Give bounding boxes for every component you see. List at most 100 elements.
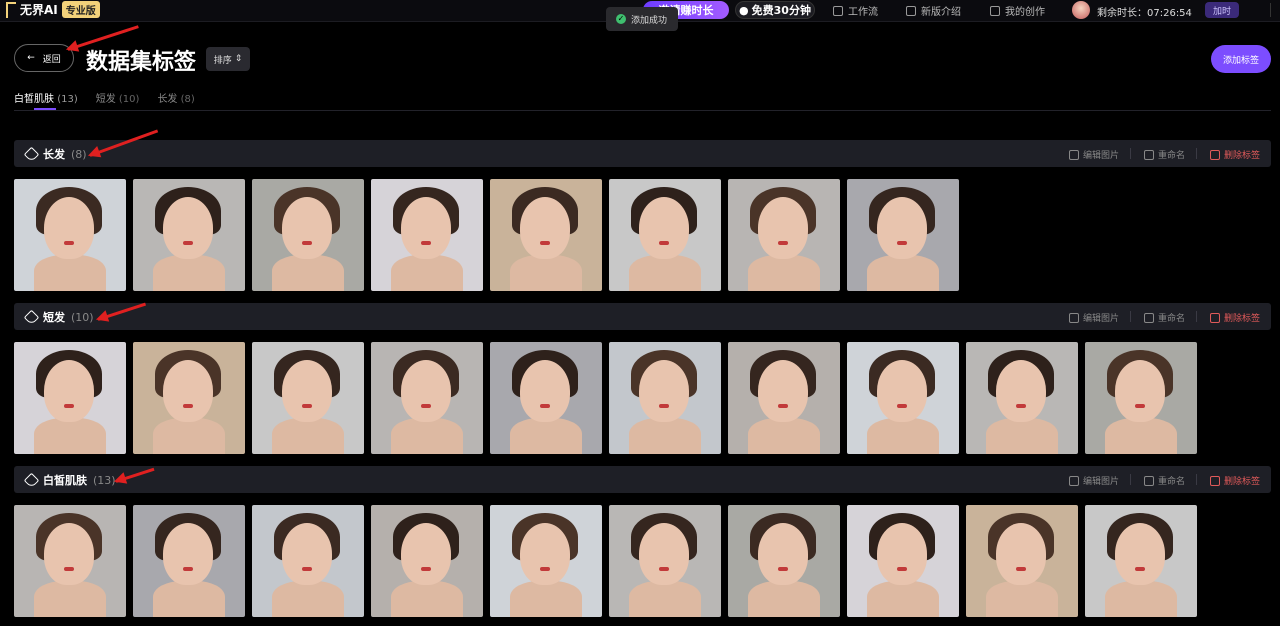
dataset-image-thumbnail[interactable] — [490, 505, 602, 617]
edit-label: 编辑图片 — [1083, 314, 1120, 324]
divider — [1196, 311, 1197, 322]
dataset-image-thumbnail[interactable] — [609, 179, 721, 291]
trash-icon — [1210, 475, 1220, 486]
edit-image-icon — [1069, 475, 1079, 486]
dataset-image-thumbnail[interactable] — [14, 342, 126, 454]
nav-new-intro[interactable]: 新版介绍 — [906, 3, 961, 18]
dataset-image-thumbnail[interactable] — [133, 505, 245, 617]
tab-label: 白皙肌肤 — [14, 94, 54, 105]
divider — [1196, 474, 1197, 485]
dataset-image-thumbnail[interactable] — [14, 179, 126, 291]
section-title: 白皙肌肤 (13) — [23, 472, 116, 488]
dataset-image-thumbnail[interactable] — [1085, 505, 1197, 617]
section-count: (10) — [71, 310, 94, 324]
rename-button[interactable]: 重命名 — [1144, 474, 1185, 487]
section-header-fair-skin: 白皙肌肤 (13) 编辑图片 重命名 删除标签 — [14, 466, 1271, 493]
tag-icon — [23, 146, 40, 162]
section-header-long-hair: 长发 (8) 编辑图片 重命名 删除标签 — [14, 140, 1271, 167]
delete-tag-button[interactable]: 删除标签 — [1210, 148, 1260, 161]
avatar[interactable] — [1072, 1, 1090, 19]
delete-tag-button[interactable]: 删除标签 — [1210, 474, 1260, 487]
dataset-image-thumbnail[interactable] — [133, 342, 245, 454]
logo-text: 无界AI — [20, 3, 58, 17]
tabs-divider — [14, 110, 1271, 111]
nav-my-creations[interactable]: 我的创作 — [990, 3, 1045, 18]
section-header-short-hair: 短发 (10) 编辑图片 重命名 删除标签 — [14, 303, 1271, 330]
edit-images-button[interactable]: 编辑图片 — [1069, 148, 1119, 161]
dataset-image-thumbnail[interactable] — [133, 179, 245, 291]
dataset-image-thumbnail[interactable] — [847, 505, 959, 617]
rename-button[interactable]: 重命名 — [1144, 148, 1185, 161]
sort-icon: ⇕ — [234, 54, 243, 64]
dataset-image-thumbnail[interactable] — [1085, 342, 1197, 454]
edit-images-button[interactable]: 编辑图片 — [1069, 474, 1119, 487]
dataset-image-thumbnail[interactable] — [252, 342, 364, 454]
edit-images-button[interactable]: 编辑图片 — [1069, 311, 1119, 324]
section-title-text: 长发 — [43, 148, 65, 161]
section-title: 短发 (10) — [23, 309, 94, 325]
tab-long-hair[interactable]: 长发 (8) — [157, 90, 194, 105]
pencil-icon — [1144, 312, 1154, 323]
tab-count: (8) — [180, 94, 195, 105]
add-tag-button[interactable]: 添加标签 — [1211, 45, 1271, 73]
back-label: 返回 — [42, 54, 61, 65]
dataset-image-thumbnail[interactable] — [371, 179, 483, 291]
rename-button[interactable]: 重命名 — [1144, 311, 1185, 324]
dataset-image-thumbnail[interactable] — [490, 179, 602, 291]
tag-icon — [23, 309, 40, 325]
dataset-image-thumbnail[interactable] — [490, 342, 602, 454]
logo[interactable]: 无界AI 专业版 — [6, 1, 100, 18]
delete-tag-button[interactable]: 删除标签 — [1210, 311, 1260, 324]
divider — [1130, 474, 1131, 485]
tab-short-hair[interactable]: 短发 (10) — [96, 90, 140, 105]
dataset-image-thumbnail[interactable] — [847, 342, 959, 454]
edit-image-icon — [1069, 149, 1079, 160]
dataset-image-thumbnail[interactable] — [728, 342, 840, 454]
tab-count: (13) — [57, 94, 78, 105]
pro-badge: 专业版 — [61, 1, 100, 18]
free-time-label: 免费30分钟 — [751, 4, 811, 17]
dataset-image-thumbnail[interactable] — [609, 505, 721, 617]
dataset-image-thumbnail[interactable] — [728, 505, 840, 617]
dataset-image-thumbnail[interactable] — [371, 505, 483, 617]
trash-icon — [1210, 312, 1220, 323]
nav-workflow[interactable]: 工作流 — [833, 3, 878, 18]
tab-fair-skin[interactable]: 白皙肌肤 (13) — [14, 90, 78, 105]
free-time-button[interactable]: ● 免费30分钟 — [735, 1, 815, 19]
edit-image-icon — [1069, 312, 1079, 323]
trash-icon — [1210, 149, 1220, 160]
divider — [1130, 148, 1131, 159]
add-time-button[interactable]: 加时 — [1205, 2, 1239, 18]
nav-my-creations-label: 我的创作 — [1005, 7, 1045, 18]
image-icon — [990, 5, 1000, 16]
success-toast: ✓ 添加成功 — [606, 7, 678, 31]
divider — [1130, 311, 1131, 322]
pencil-icon — [1144, 149, 1154, 160]
workflow-icon — [833, 5, 843, 16]
image-row-long-hair — [14, 179, 959, 291]
delete-label: 删除标签 — [1224, 151, 1261, 161]
dataset-image-thumbnail[interactable] — [966, 505, 1078, 617]
delete-label: 删除标签 — [1224, 477, 1261, 487]
tag-tabs: 白皙肌肤 (13) 短发 (10) 长发 (8) — [14, 90, 195, 105]
section-title-text: 白皙肌肤 — [43, 474, 87, 487]
dataset-image-thumbnail[interactable] — [371, 342, 483, 454]
new-icon — [906, 5, 916, 16]
nav-new-intro-label: 新版介绍 — [921, 7, 961, 18]
dataset-image-thumbnail[interactable] — [252, 179, 364, 291]
edit-label: 编辑图片 — [1083, 151, 1120, 161]
edit-label: 编辑图片 — [1083, 477, 1120, 487]
dataset-image-thumbnail[interactable] — [847, 179, 959, 291]
section-title-text: 短发 — [43, 311, 65, 324]
sort-button[interactable]: 排序 ⇕ — [206, 47, 250, 71]
dataset-image-thumbnail[interactable] — [728, 179, 840, 291]
dataset-image-thumbnail[interactable] — [252, 505, 364, 617]
page-title: 数据集标签 — [86, 50, 197, 75]
image-row-fair-skin — [14, 505, 1197, 617]
dataset-image-thumbnail[interactable] — [609, 342, 721, 454]
delete-label: 删除标签 — [1224, 314, 1261, 324]
dataset-image-thumbnail[interactable] — [14, 505, 126, 617]
tab-count: (10) — [118, 94, 140, 105]
dataset-image-thumbnail[interactable] — [966, 342, 1078, 454]
divider — [1196, 148, 1197, 159]
